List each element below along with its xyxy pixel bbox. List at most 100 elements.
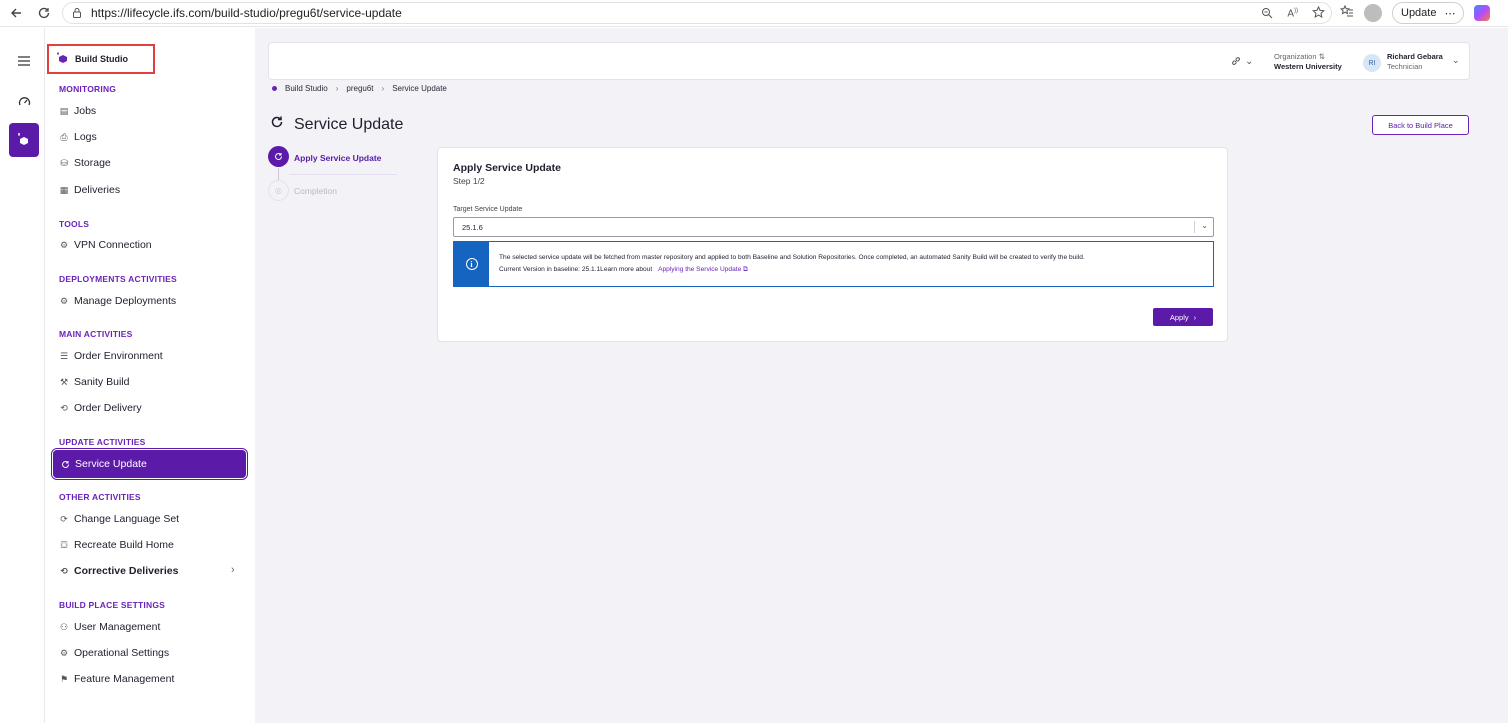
sidebar-item-storage[interactable]: ⛁ Storage	[59, 157, 111, 169]
storage-icon: ⛁	[60, 157, 68, 168]
breadcrumb-item[interactable]: Build Studio	[285, 84, 328, 93]
users-icon: ⚇	[59, 621, 69, 632]
brand-label: Build Studio	[75, 54, 128, 64]
link-icon	[1231, 56, 1241, 69]
read-aloud-icon[interactable]: A))	[1287, 8, 1298, 19]
organization-switcher[interactable]: Organization ⇅ Western University	[1274, 52, 1342, 72]
back-to-build-place-button[interactable]: Back to Build Place	[1372, 115, 1469, 135]
sidebar-item-label: Deliveries	[74, 184, 121, 196]
sidebar-item-label: Order Environment	[74, 350, 163, 362]
language-icon: ⟳	[60, 513, 68, 524]
order-delivery-icon: ⟲	[60, 402, 68, 413]
chevron-right-icon[interactable]: ›	[231, 564, 235, 576]
info-icon: i	[465, 258, 478, 270]
section-deployments: DEPLOYMENTS ACTIVITIES	[59, 274, 177, 284]
sidebar-item-user-management[interactable]: ⚇ User Management	[59, 621, 160, 633]
sidebar-item-logs[interactable]: ⎙ Logs	[59, 131, 96, 143]
browser-toolbar: https://lifecycle.ifs.com/build-studio/p…	[0, 0, 1508, 27]
swap-icon: ⇅	[1318, 52, 1325, 61]
user-menu[interactable]: Richard Gebara Technician	[1387, 52, 1443, 72]
info-line-1: The selected service update will be fetc…	[499, 254, 1085, 261]
logs-icon: ⎙	[60, 131, 68, 142]
hamburger-menu-icon[interactable]	[9, 46, 39, 76]
sidebar-item-corrective-deliveries[interactable]: ⟲ Corrective Deliveries	[59, 565, 178, 577]
feature-icon: ⚑	[59, 673, 69, 684]
link-dropdown[interactable]: ⌄	[1231, 56, 1253, 69]
apply-label: Apply	[1169, 312, 1189, 322]
favorites-list-icon[interactable]	[1339, 4, 1354, 23]
applying-service-update-link[interactable]: Applying the Service Update ⧉	[658, 266, 748, 273]
brand-highlight[interactable]: Build Studio	[47, 44, 155, 74]
org-value: Western University	[1274, 62, 1342, 71]
chevron-down-icon[interactable]: ⌄	[1201, 221, 1208, 230]
sidebar-item-service-update[interactable]: Service Update	[54, 451, 245, 477]
profile-avatar-icon[interactable]	[1364, 4, 1382, 22]
service-update-icon	[270, 115, 284, 134]
sidebar-item-label: User Management	[74, 621, 161, 633]
info-line-2: Current Version in baseline: 25.1.1Learn…	[499, 266, 653, 273]
vpn-icon: ⚙	[59, 239, 69, 250]
target-service-update-select[interactable]: 25.1.6 ⌄	[453, 217, 1214, 237]
breadcrumb-item[interactable]: pregu6t	[346, 84, 373, 93]
sidebar-item-manage-deployments[interactable]: ⚙ Manage Deployments	[59, 295, 176, 307]
left-rail	[0, 28, 45, 723]
select-divider	[1194, 221, 1195, 233]
sidebar-item-label: Sanity Build	[74, 376, 130, 388]
build-studio-icon	[57, 52, 69, 66]
sidebar-item-jobs[interactable]: ▤ Jobs	[59, 105, 96, 117]
chevron-right-icon: ›	[1193, 312, 1197, 322]
section-monitoring: MONITORING	[59, 84, 117, 94]
apply-service-update-card: Apply Service Update Step 1/2 Target Ser…	[437, 147, 1228, 342]
build-studio-rail-icon[interactable]	[9, 123, 39, 157]
user-avatar[interactable]: RI	[1363, 54, 1381, 72]
sidebar-item-label: Order Delivery	[74, 402, 142, 414]
copilot-icon[interactable]	[1474, 5, 1491, 21]
service-update-icon	[60, 459, 70, 469]
info-banner: i The selected service update will be fe…	[453, 241, 1214, 287]
step-1-label[interactable]: Apply Service Update	[294, 153, 381, 163]
refresh-icon[interactable]	[33, 2, 55, 24]
sidebar-item-deliveries[interactable]: ▦ Deliveries	[59, 184, 120, 196]
info-banner-side: i	[454, 242, 489, 286]
sidebar-item-recreate-build-home[interactable]: ⛋ Recreate Build Home	[59, 539, 174, 551]
more-icon[interactable]: ⋯	[1444, 7, 1455, 20]
sanity-build-icon: ⚒	[59, 376, 69, 387]
sidebar-item-order-delivery[interactable]: ⟲ Order Delivery	[59, 402, 142, 414]
external-link-icon: ⧉	[743, 266, 748, 273]
dashboard-gauge-icon[interactable]	[9, 86, 39, 116]
corrective-icon: ⟲	[60, 565, 68, 576]
chevron-right-icon: ›	[381, 84, 385, 93]
step-2-label: Completion	[294, 186, 337, 196]
sidebar-item-label: Service Update	[75, 458, 147, 470]
sidebar-item-operational-settings[interactable]: ⚙ Operational Settings	[59, 647, 169, 659]
sidebar-item-order-environment[interactable]: ☰ Order Environment	[59, 350, 163, 362]
step-divider	[289, 174, 397, 175]
target-service-update-label: Target Service Update	[453, 206, 523, 213]
section-tools: TOOLS	[59, 219, 90, 229]
apply-button[interactable]: Apply ›	[1153, 308, 1213, 326]
chevron-right-icon: ›	[335, 84, 339, 93]
browser-update-button[interactable]: Update ⋯	[1392, 2, 1465, 24]
sidebar-item-sanity-build[interactable]: ⚒ Sanity Build	[59, 376, 130, 388]
address-bar[interactable]: https://lifecycle.ifs.com/build-studio/p…	[62, 2, 1332, 24]
chevron-down-icon[interactable]: ⌄	[1452, 55, 1460, 66]
sidebar-item-label: Corrective Deliveries	[74, 565, 179, 577]
deliveries-icon: ▦	[59, 184, 69, 195]
sidebar-item-label: Storage	[74, 157, 111, 169]
section-settings: BUILD PLACE SETTINGS	[59, 600, 166, 610]
url-text[interactable]: https://lifecycle.ifs.com/build-studio/p…	[91, 6, 402, 20]
settings-gear-icon: ⚙	[59, 647, 69, 658]
back-arrow-icon[interactable]	[5, 2, 27, 24]
card-step: Step 1/2	[453, 176, 485, 186]
sidebar-item-feature-management[interactable]: ⚑ Feature Management	[59, 673, 174, 685]
page-title-text: Service Update	[294, 115, 404, 133]
site-info-icon[interactable]	[71, 7, 83, 19]
zoom-icon[interactable]	[1261, 7, 1273, 22]
sidebar-item-change-language[interactable]: ⟳ Change Language Set	[59, 513, 179, 525]
sidebar-item-label: Operational Settings	[74, 647, 170, 659]
sidebar-item-vpn[interactable]: ⚙ VPN Connection	[59, 239, 152, 251]
main-content: ⌄ Organization ⇅ Western University RI R…	[255, 28, 1508, 723]
breadcrumb: Build Studio › pregu6t › Service Update	[272, 84, 447, 93]
favorite-star-icon[interactable]	[1312, 5, 1325, 22]
info-text: The selected service update will be fetc…	[499, 252, 1209, 276]
